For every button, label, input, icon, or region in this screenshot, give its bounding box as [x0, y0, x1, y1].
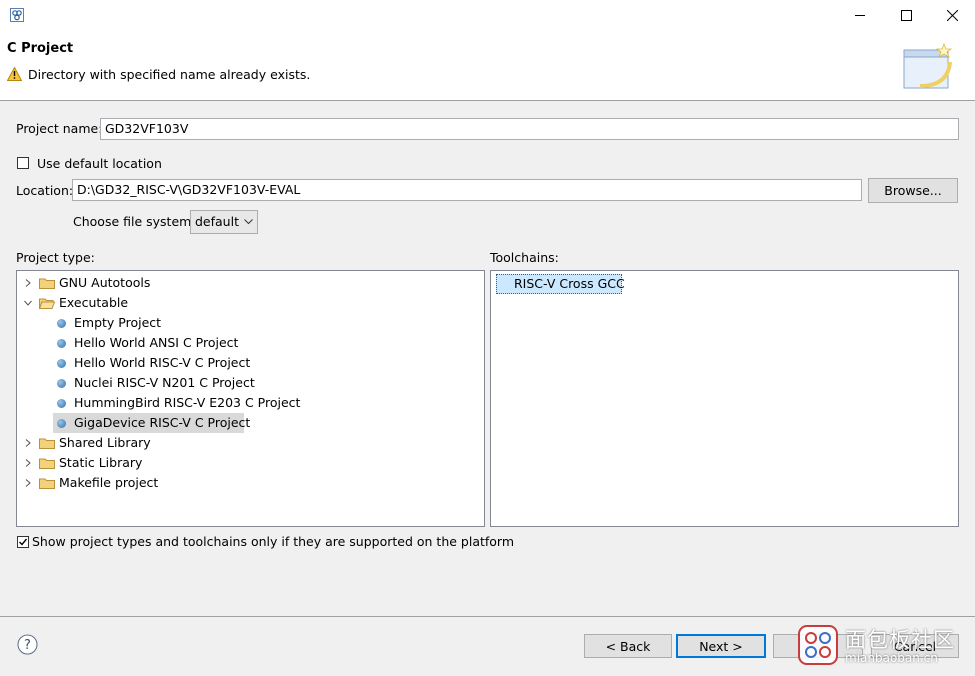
use-default-location-checkbox[interactable]	[17, 157, 29, 169]
folder-open-icon	[39, 298, 55, 309]
wizard-banner-icon	[903, 42, 953, 89]
file-system-label: Choose file system:	[73, 214, 196, 229]
checkmark-icon	[19, 538, 28, 546]
tree-item-static-library[interactable]: Static Library	[17, 453, 484, 473]
tree-item-label: Shared Library	[59, 435, 151, 450]
page-title: C Project	[7, 41, 74, 56]
app-icon	[10, 8, 24, 22]
chevron-down-icon	[244, 219, 253, 225]
folder-icon	[39, 278, 55, 289]
project-type-icon	[57, 339, 66, 348]
help-icon[interactable]: ?	[17, 634, 38, 655]
location-input[interactable]: D:\GD32_RISC-V\GD32VF103V-EVAL	[72, 179, 862, 201]
toolchains-label: Toolchains:	[490, 250, 559, 265]
project-type-icon	[57, 359, 66, 368]
tree-item-label: HummingBird RISC-V E203 C Project	[74, 395, 301, 410]
chevron-right-icon	[25, 479, 31, 487]
project-name-label: Project name:	[16, 121, 103, 136]
project-type-icon	[57, 379, 66, 388]
chevron-right-icon	[25, 459, 31, 467]
project-type-tree[interactable]: GNU Autotools Executable Empty Project H…	[16, 270, 485, 527]
project-type-icon	[57, 399, 66, 408]
watermark: 面包板社区 mianbaoban.cn	[795, 622, 971, 670]
filter-supported-label: Show project types and toolchains only i…	[32, 534, 515, 549]
maximize-icon	[900, 9, 912, 21]
tree-item-gigadevice-riscv[interactable]: GigaDevice RISC-V C Project	[53, 413, 250, 433]
tree-item-label: Hello World ANSI C Project	[74, 335, 239, 350]
tree-item-label: Makefile project	[59, 475, 159, 490]
tree-item-label: GNU Autotools	[59, 275, 151, 290]
tree-item-label: Executable	[59, 295, 129, 310]
folder-icon	[39, 458, 55, 469]
svg-text:?: ?	[24, 638, 31, 653]
next-button[interactable]: Next >	[676, 634, 766, 658]
chevron-down-icon	[24, 300, 32, 306]
close-icon	[946, 9, 958, 21]
location-label: Location:	[16, 183, 74, 198]
back-button[interactable]: < Back	[584, 634, 672, 658]
banner-message: Directory with specified name already ex…	[28, 67, 311, 82]
project-type-icon	[57, 419, 66, 428]
file-system-select[interactable]: default	[190, 210, 258, 234]
maximize-button[interactable]	[883, 0, 929, 30]
folder-icon	[39, 478, 55, 489]
tree-item-label: GigaDevice RISC-V C Project	[74, 415, 251, 430]
tree-item-label: Hello World RISC-V C Project	[74, 355, 251, 370]
project-type-icon	[57, 319, 66, 328]
wizard-banner: C Project Directory with specified name …	[0, 30, 975, 101]
use-default-location-label: Use default location	[37, 156, 162, 171]
tree-item-label: Nuclei RISC-V N201 C Project	[74, 375, 255, 390]
chevron-right-icon	[25, 279, 31, 287]
watermark-text-en: mianbaoban.cn	[845, 651, 938, 665]
title-bar	[0, 0, 975, 30]
file-system-value: default	[195, 214, 239, 229]
minimize-button[interactable]	[837, 0, 883, 30]
minimize-icon	[855, 15, 865, 16]
footer-separator	[0, 616, 975, 617]
close-button[interactable]	[929, 0, 975, 30]
tree-item-label: Static Library	[59, 455, 143, 470]
toolchain-item-riscv-cross-gcc[interactable]: RISC-V Cross GCC	[496, 274, 625, 294]
browse-button[interactable]: Browse...	[868, 178, 958, 203]
project-name-input[interactable]: GD32VF103V	[100, 118, 959, 140]
filter-supported-checkbox[interactable]	[17, 536, 29, 548]
tree-item-executable[interactable]: Executable	[17, 293, 484, 313]
tree-item-shared-library[interactable]: Shared Library	[17, 433, 484, 453]
chevron-right-icon	[25, 439, 31, 447]
tree-item-label: Empty Project	[74, 315, 162, 330]
tree-item-gnu-autotools[interactable]: GNU Autotools	[17, 273, 484, 293]
warning-icon	[7, 67, 22, 81]
project-type-label: Project type:	[16, 250, 95, 265]
watermark-logo-icon	[798, 625, 838, 665]
toolchains-list[interactable]: RISC-V Cross GCC	[490, 270, 959, 527]
tree-item-makefile-project[interactable]: Makefile project	[17, 473, 484, 493]
watermark-text-cn: 面包板社区	[845, 628, 955, 652]
folder-icon	[39, 438, 55, 449]
